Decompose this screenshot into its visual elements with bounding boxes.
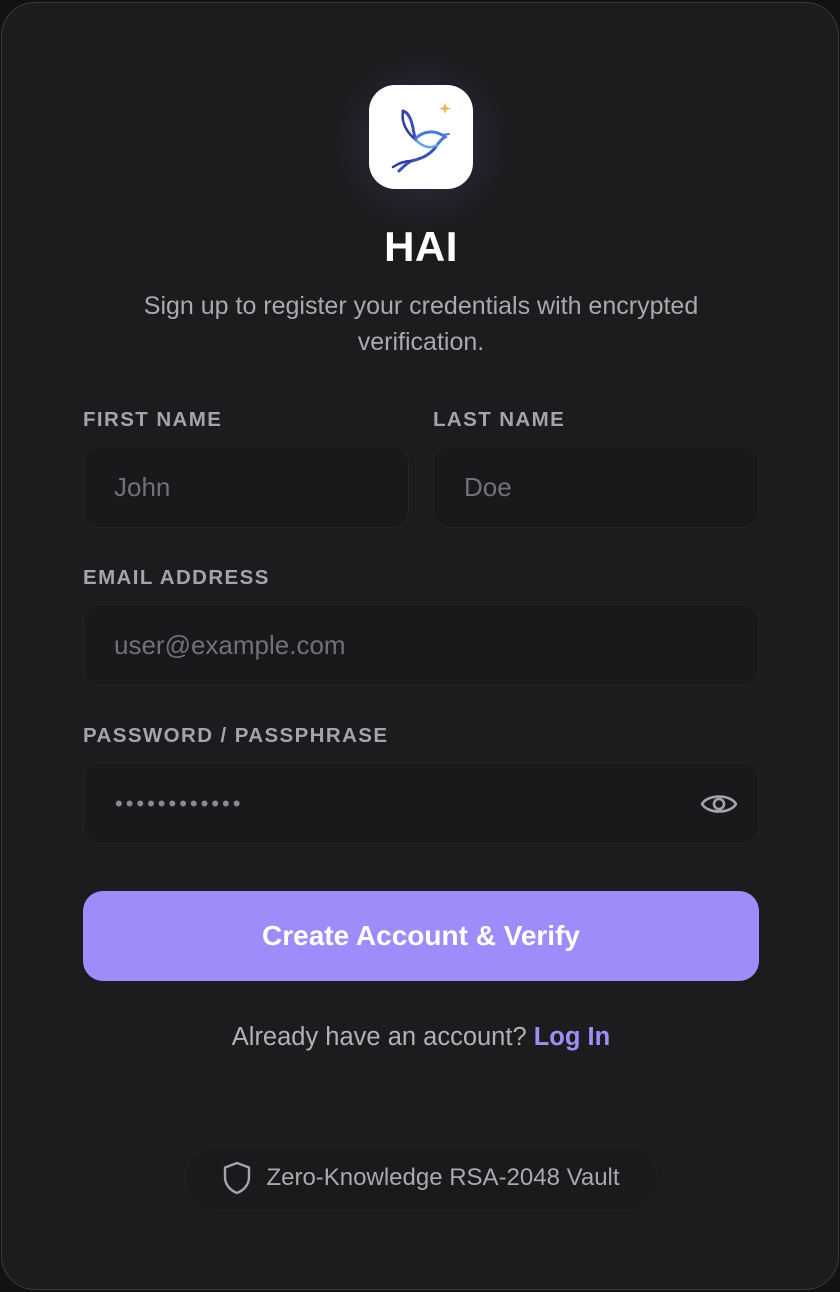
page-subtitle: Sign up to register your credentials wit… <box>143 292 699 356</box>
last-name-field-wrapper <box>433 446 759 528</box>
login-prompt-text: Already have an account? <box>231 1023 534 1051</box>
email-field-wrapper <box>83 604 759 686</box>
dove-icon <box>391 103 451 173</box>
last-name-input[interactable] <box>434 447 758 527</box>
password-label: PASSWORD / PASSPHRASE <box>83 724 389 747</box>
login-link[interactable]: Log In <box>534 1023 610 1051</box>
app-title: HAI <box>384 223 458 270</box>
security-badge: Zero-Knowledge RSA-2048 Vault <box>184 1145 658 1211</box>
password-masked-value: •••••••••••• <box>115 791 244 816</box>
shield-icon <box>224 1161 251 1195</box>
login-prompt-row: Already have an account? Log In <box>2 1023 838 1052</box>
password-field[interactable]: •••••••••••• <box>83 762 759 844</box>
security-badge-text: Zero-Knowledge RSA-2048 Vault <box>266 1164 620 1191</box>
eye-icon <box>700 795 738 813</box>
show-password-toggle[interactable] <box>700 786 738 822</box>
first-name-field-wrapper <box>83 446 409 528</box>
email-label: EMAIL ADDRESS <box>83 566 270 589</box>
last-name-label: LAST NAME <box>433 408 566 431</box>
signup-card: HAI Sign up to register your credentials… <box>1 2 839 1290</box>
app-logo <box>369 85 473 189</box>
email-input[interactable] <box>84 605 758 685</box>
first-name-input[interactable] <box>84 447 408 527</box>
create-account-button[interactable]: Create Account & Verify <box>83 891 759 981</box>
first-name-label: FIRST NAME <box>83 408 223 431</box>
